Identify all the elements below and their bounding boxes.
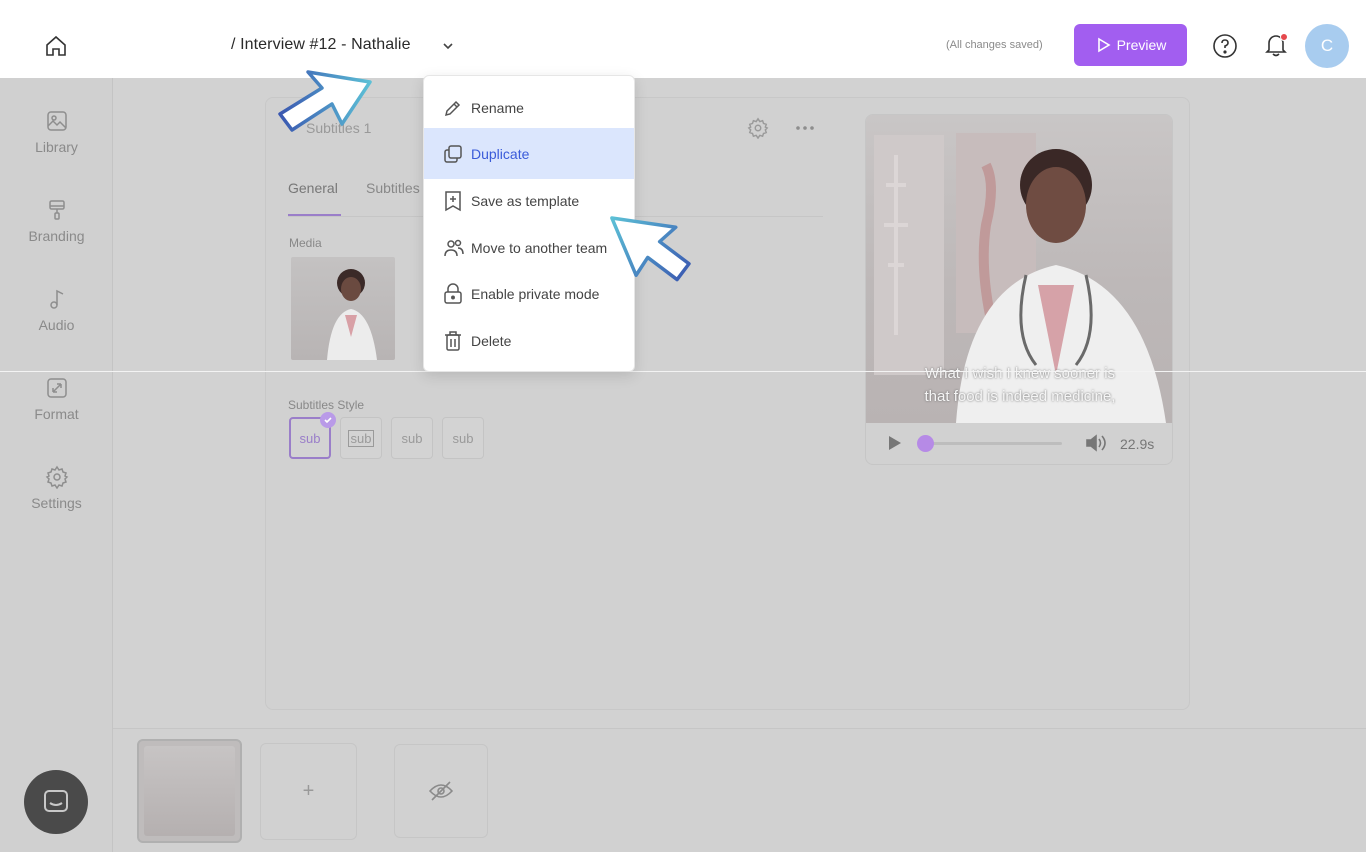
caption-line: that food is indeed medicine, (924, 388, 1116, 405)
tab-general[interactable]: General (288, 180, 338, 196)
person-figure-icon (327, 269, 377, 360)
avatar[interactable]: C (1305, 24, 1349, 68)
home-icon (46, 35, 66, 56)
menu-item-move-to-team[interactable]: Move to another team (424, 225, 634, 271)
notification-dot (1280, 33, 1288, 41)
chat-support-button[interactable] (24, 770, 88, 834)
sidebar-item-library[interactable]: Library (0, 109, 113, 155)
play-outline-icon (1097, 37, 1111, 53)
sidebar-item-label: Format (34, 406, 79, 422)
video-subtitle-caption: What I wish I knew sooner is that food i… (866, 362, 1172, 408)
menu-item-save-as-template[interactable]: Save as template (424, 178, 634, 224)
sidebar: Library Branding Audio Format Settings (0, 78, 113, 852)
gear-icon (45, 465, 68, 489)
music-note-icon (49, 289, 63, 309)
trash-icon (445, 331, 461, 351)
timeline-clip[interactable] (137, 739, 242, 843)
menu-item-rename[interactable]: Rename (424, 85, 634, 131)
subtitle-style-label: sub (347, 429, 375, 447)
media-thumbnail[interactable] (291, 257, 395, 360)
resize-icon (46, 378, 67, 398)
caption-line: What I wish I knew sooner is (924, 365, 1116, 382)
preview-label: Preview (1116, 37, 1167, 53)
gear-icon[interactable] (747, 117, 769, 139)
clip-preview (144, 746, 235, 836)
volume-icon[interactable] (1085, 433, 1107, 453)
sidebar-item-label: Audio (38, 317, 75, 333)
sidebar-item-audio[interactable]: Audio (0, 287, 113, 333)
preview-button[interactable]: Preview (1074, 24, 1187, 66)
duplicate-icon (444, 144, 462, 163)
top-bar: / Interview #12 - Nathalie (All changes … (0, 0, 1366, 78)
menu-item-label: Save as template (471, 193, 580, 209)
chat-icon (44, 790, 68, 812)
subtitle-style-option[interactable]: sub (391, 417, 433, 459)
seek-bar[interactable] (925, 442, 1062, 445)
eye-off-icon (428, 781, 454, 801)
pointer-arrow-icon (278, 70, 372, 132)
project-options-menu: Rename Duplicate Save as template Move t… (423, 75, 635, 372)
pointer-arrow-icon (610, 216, 691, 282)
menu-item-delete[interactable]: Delete (424, 318, 634, 364)
menu-item-label: Move to another team (471, 240, 608, 256)
sidebar-item-branding[interactable]: Branding (0, 198, 113, 244)
subtitle-style-option[interactable]: sub (340, 417, 382, 459)
divider-line (0, 371, 1366, 372)
save-status: (All changes saved) (946, 39, 1043, 51)
tab-subtitles[interactable]: Subtitles (366, 180, 420, 196)
active-tab-indicator (288, 214, 341, 216)
subtitle-style-option[interactable]: sub (442, 417, 484, 459)
paint-roller-icon (48, 200, 65, 220)
seek-handle[interactable] (917, 435, 934, 452)
bookmark-plus-icon (445, 191, 461, 212)
sidebar-item-label: Library (35, 139, 78, 155)
media-label: Media (289, 236, 322, 250)
more-options-icon[interactable] (795, 120, 815, 136)
menu-item-label: Duplicate (471, 145, 530, 162)
video-preview-card: What I wish I knew sooner is that food i… (865, 114, 1173, 465)
menu-item-duplicate[interactable]: Duplicate (424, 128, 634, 179)
lock-icon (444, 283, 462, 304)
home-button[interactable] (40, 30, 72, 62)
menu-item-label: Enable private mode (471, 286, 600, 302)
team-icon (444, 239, 464, 257)
image-icon (46, 111, 67, 131)
video-duration: 22.9s (1120, 436, 1155, 452)
menu-item-label: Delete (471, 333, 512, 349)
sidebar-item-label: Branding (28, 228, 85, 244)
hide-clip-button[interactable] (394, 744, 488, 838)
play-icon[interactable] (885, 434, 903, 452)
help-icon[interactable] (1212, 33, 1238, 59)
sidebar-item-format[interactable]: Format (0, 376, 113, 422)
add-clip-button[interactable]: + (260, 743, 357, 840)
video-frame[interactable]: What I wish I knew sooner is that food i… (866, 115, 1172, 423)
sidebar-item-label: Settings (31, 495, 82, 511)
project-title[interactable]: / Interview #12 - Nathalie (231, 36, 411, 54)
subtitles-style-label: Subtitles Style (288, 398, 365, 412)
menu-item-label: Rename (471, 100, 524, 116)
check-icon (320, 412, 336, 428)
menu-item-private-mode[interactable]: Enable private mode (424, 271, 634, 317)
pencil-icon (444, 100, 461, 117)
chevron-down-icon[interactable] (440, 38, 456, 54)
sidebar-item-settings[interactable]: Settings (0, 465, 113, 511)
